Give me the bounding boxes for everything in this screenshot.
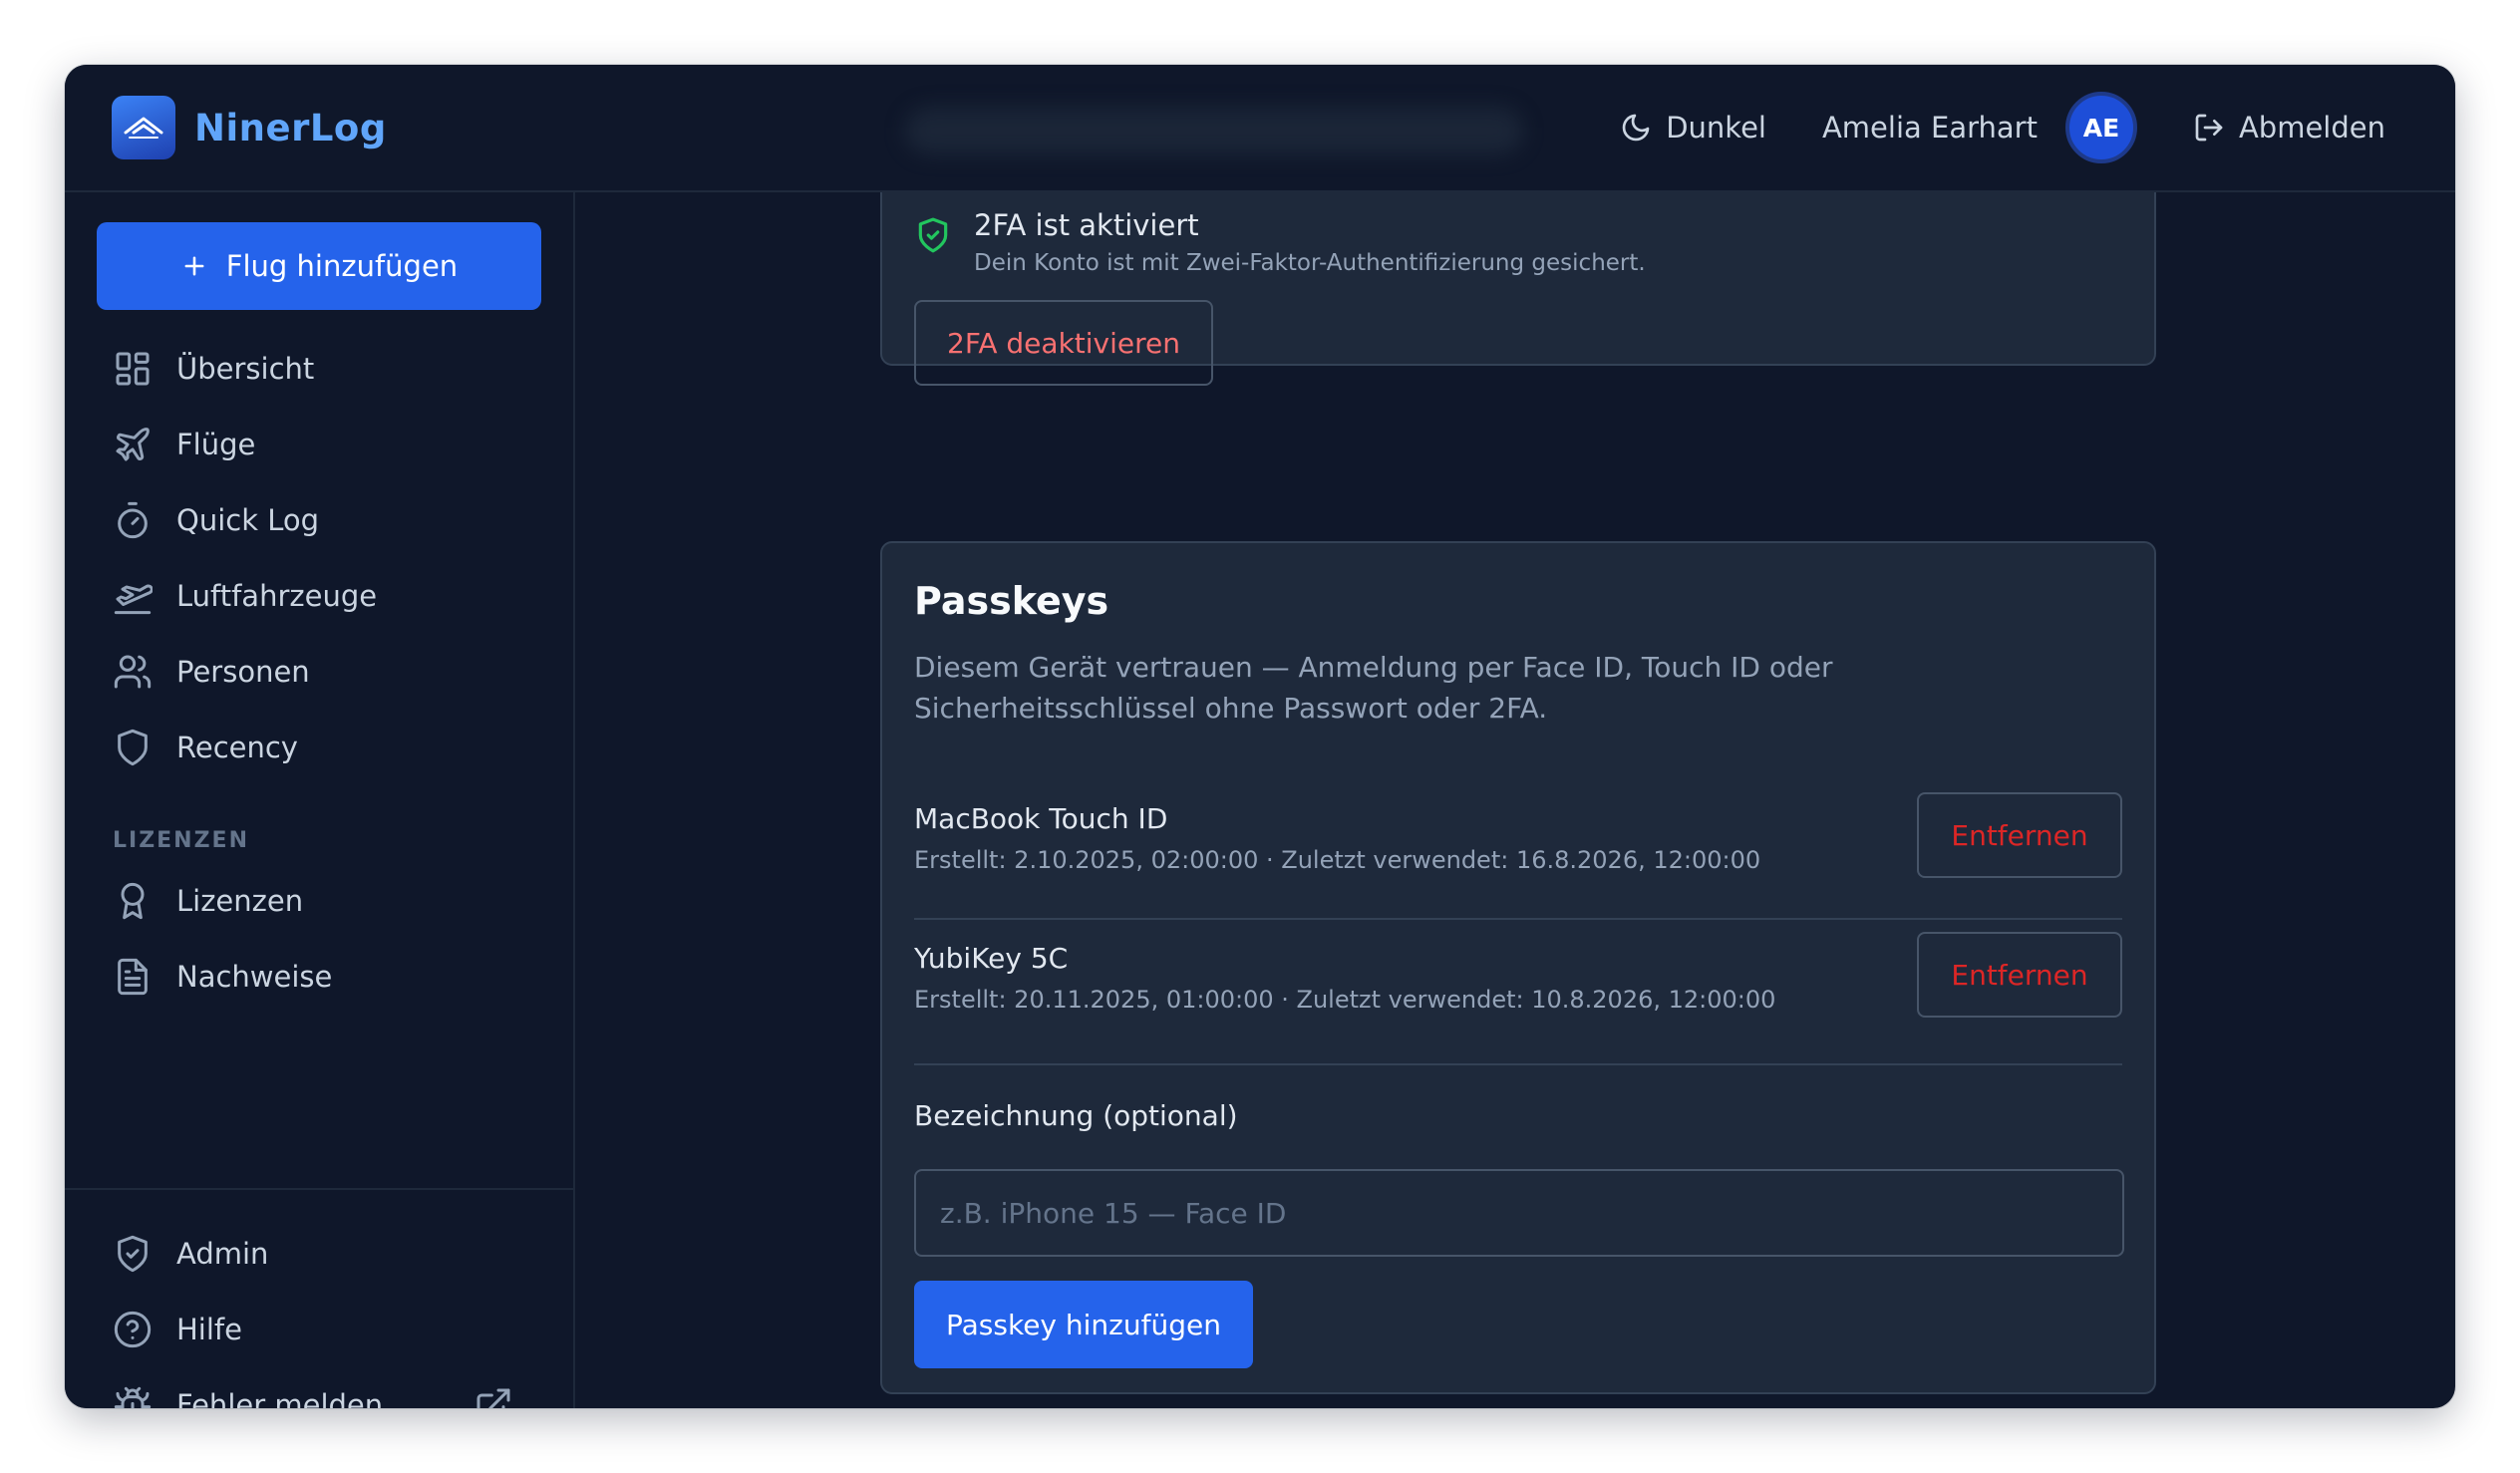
- passkeys-title: Passkeys: [914, 579, 1109, 623]
- remove-passkey-button[interactable]: Entfernen: [1917, 932, 2122, 1018]
- sidebar-item-admin[interactable]: Admin: [79, 1219, 537, 1289]
- sidebar-item-label: Übersicht: [176, 352, 315, 386]
- sidebar-item-licenses[interactable]: Lizenzen: [79, 866, 537, 936]
- user-name: Amelia Earhart: [1821, 111, 2038, 145]
- sidebar-item-help[interactable]: Hilfe: [79, 1295, 537, 1364]
- external-link-icon: [476, 1388, 510, 1408]
- sidebar-item-aircraft[interactable]: Luftfahrzeuge: [79, 561, 537, 631]
- brand[interactable]: NinerLog: [112, 96, 387, 159]
- list-item: MacBook Touch ID Erstellt: 2.10.2025, 02…: [914, 780, 2122, 920]
- disable-2fa-button[interactable]: 2FA deaktivieren: [914, 300, 1213, 386]
- app-window: NinerLog Dunkel Amelia Earhart AE Abmeld…: [65, 65, 2455, 1408]
- passkey-name-label: Bezeichnung (optional): [914, 1099, 1238, 1132]
- section-label-licenses: LIZENZEN: [113, 828, 249, 853]
- add-flight-label: Flug hinzufügen: [225, 249, 459, 283]
- bug-icon: [113, 1385, 153, 1408]
- users-icon: [113, 652, 153, 692]
- sidebar-item-label: Admin: [176, 1237, 269, 1271]
- passkeys-card: Passkeys Diesem Gerät vertrauen — Anmeld…: [880, 541, 2156, 1394]
- sidebar-divider: [65, 1188, 573, 1190]
- app-name: NinerLog: [194, 106, 387, 149]
- list-item: YubiKey 5C Erstellt: 20.11.2025, 01:00:0…: [914, 920, 2122, 1057]
- logout-icon: [2195, 114, 2223, 142]
- remove-passkey-button[interactable]: Entfernen: [1917, 792, 2122, 878]
- sidebar-item-label: Fehler melden: [176, 1388, 384, 1408]
- sidebar-item-report-bug[interactable]: Fehler melden: [79, 1370, 537, 1408]
- passkey-name: YubiKey 5C: [914, 942, 1069, 975]
- logout-label: Abmelden: [2238, 111, 2385, 145]
- add-passkey-button[interactable]: Passkey hinzufügen: [914, 1281, 1253, 1368]
- main-content: 2FA ist aktiviert Dein Konto ist mit Zwe…: [575, 150, 2455, 1408]
- blurred-page-title: [905, 107, 1523, 154]
- moon-icon: [1622, 114, 1650, 142]
- passkey-meta: Erstellt: 2.10.2025, 02:00:00 · Zuletzt …: [914, 846, 1761, 874]
- sidebar-item-label: Lizenzen: [176, 884, 304, 918]
- plus-icon: [184, 256, 204, 276]
- theme-toggle[interactable]: Dunkel: [1620, 111, 1766, 145]
- sidebar-item-label: Luftfahrzeuge: [176, 579, 378, 613]
- sidebar-item-label: Recency: [176, 731, 298, 764]
- add-flight-button[interactable]: Flug hinzufügen: [97, 222, 541, 310]
- sidebar-item-flights[interactable]: Flüge: [79, 410, 537, 479]
- sidebar-item-people[interactable]: Personen: [79, 637, 537, 707]
- passkey-name: MacBook Touch ID: [914, 802, 1168, 835]
- header-actions: Dunkel Amelia Earhart AE Abmelden: [1620, 90, 2385, 165]
- stopwatch-icon: [113, 500, 153, 540]
- sidebar-item-label: Hilfe: [176, 1313, 242, 1346]
- sidebar-item-records[interactable]: Nachweise: [79, 942, 537, 1012]
- sidebar-item-label: Personen: [176, 655, 310, 689]
- top-bar: NinerLog Dunkel Amelia Earhart AE Abmeld…: [65, 65, 2455, 192]
- user-menu[interactable]: Amelia Earhart AE: [1822, 92, 2137, 163]
- passkeys-description: Diesem Gerät vertrauen — Anmeldung per F…: [914, 651, 1833, 725]
- logout-button[interactable]: Abmelden: [2193, 111, 2385, 145]
- passkey-meta: Erstellt: 20.11.2025, 01:00:00 · Zuletzt…: [914, 986, 1776, 1014]
- theme-label: Dunkel: [1666, 111, 1766, 145]
- twofa-status: 2FA ist aktiviert Dein Konto ist mit Zwe…: [914, 208, 1646, 276]
- avatar: AE: [2064, 92, 2137, 163]
- sidebar-item-label: Nachweise: [176, 960, 333, 994]
- award-icon: [113, 881, 153, 921]
- ninerlog-logo-icon: [112, 96, 175, 159]
- sidebar-item-quick-log[interactable]: Quick Log: [79, 485, 537, 555]
- dashboard-grid-icon: [113, 349, 153, 389]
- sidebar-item-label: Flüge: [176, 428, 256, 461]
- shield-check-icon: [918, 217, 948, 253]
- twofa-subtitle: Dein Konto ist mit Zwei-Faktor-Authentif…: [974, 250, 1646, 276]
- sidebar: Flug hinzufügen Übersicht Flüge Quick Lo…: [65, 190, 575, 1408]
- document-icon: [113, 957, 153, 997]
- shield-check-icon: [113, 1234, 153, 1274]
- help-circle-icon: [113, 1310, 153, 1349]
- sidebar-item-overview[interactable]: Übersicht: [79, 334, 537, 404]
- sidebar-item-label: Quick Log: [176, 503, 320, 537]
- passkey-name-input[interactable]: [914, 1169, 2124, 1257]
- plane-icon: [113, 425, 153, 464]
- twofa-title: 2FA ist aktiviert: [974, 208, 1199, 242]
- sidebar-item-recency[interactable]: Recency: [79, 713, 537, 782]
- plane-takeoff-icon: [113, 576, 153, 616]
- shield-icon: [113, 728, 153, 767]
- passkeys-divider: [914, 1063, 2122, 1065]
